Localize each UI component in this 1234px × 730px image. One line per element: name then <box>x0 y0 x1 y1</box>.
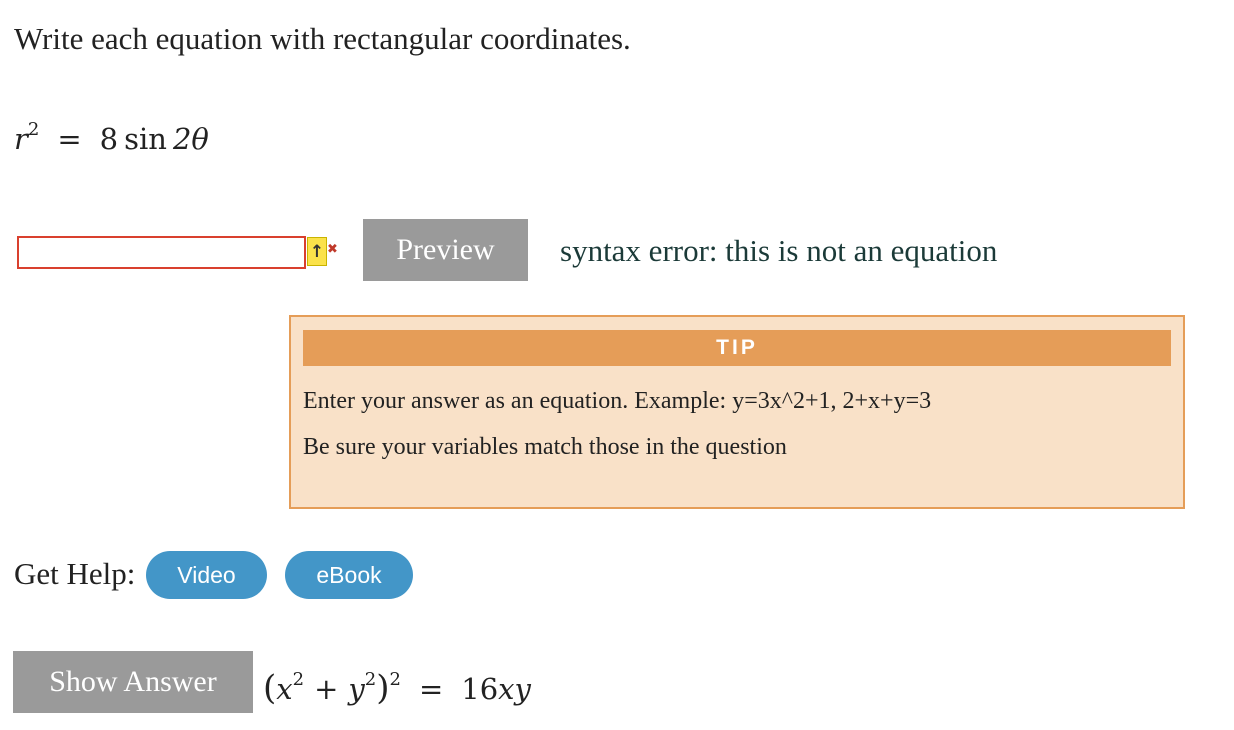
preview-button[interactable]: Preview <box>363 219 528 281</box>
tip-box: TIP Enter your answer as an equation. Ex… <box>289 315 1185 509</box>
math-equals: = <box>57 122 82 156</box>
math-open-paren: ( <box>263 668 277 708</box>
answer-input[interactable] <box>17 236 306 269</box>
math-outer-exponent: 2 <box>389 669 401 690</box>
math-variable-r: r <box>14 122 28 156</box>
math-function: sin <box>124 122 167 156</box>
ebook-button[interactable]: eBook <box>285 551 413 599</box>
show-answer-button[interactable]: Show Answer <box>13 651 253 713</box>
answer-equation: (x2 + y2)2 = 16xy <box>263 661 531 708</box>
math-coefficient: 16 <box>461 672 499 706</box>
question-prompt: Write each equation with rectangular coo… <box>14 21 631 56</box>
tip-line-variables: Be sure your variables match those in th… <box>303 434 787 460</box>
syntax-error-message: syntax error: this is not an equation <box>560 233 998 268</box>
polar-equation: r2 = 8 sin 2θ <box>14 112 209 157</box>
math-variable-y: y <box>348 672 365 706</box>
get-help-label: Get Help: <box>14 556 136 591</box>
tip-line-example: Enter your answer as an equation. Exampl… <box>303 388 932 414</box>
math-variable-x: x <box>276 672 293 706</box>
math-close-paren: ) <box>376 668 390 708</box>
error-marker-icon: ✖ <box>327 242 338 257</box>
math-argument: 2θ <box>172 122 209 156</box>
video-button[interactable]: Video <box>146 551 267 599</box>
math-exponent: 2 <box>364 669 377 690</box>
tip-header: TIP <box>303 330 1171 366</box>
math-coefficient: 8 <box>99 122 119 156</box>
math-plus: + <box>314 672 339 706</box>
up-arrow-icon[interactable]: ↑ <box>307 237 327 266</box>
math-exponent: 2 <box>292 669 305 690</box>
math-equals: = <box>418 672 444 706</box>
math-exponent: 2 <box>27 119 40 140</box>
math-variables-xy: xy <box>498 672 531 706</box>
